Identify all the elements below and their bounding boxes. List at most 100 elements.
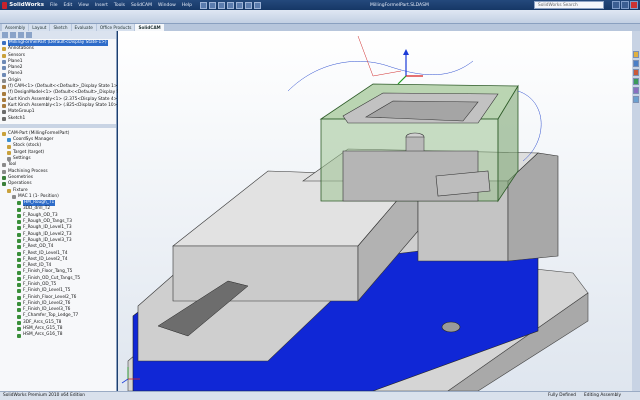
tree-node-icon — [17, 320, 21, 325]
status-definition: Fully Defined — [548, 393, 577, 398]
resources-icon[interactable] — [633, 51, 639, 58]
tree-node-label: HSM_Arcs_G16_T8 — [23, 332, 63, 338]
tree-node-icon — [17, 207, 21, 212]
panel-splitter[interactable] — [0, 123, 116, 128]
brand-name: SolidWorks — [9, 2, 44, 8]
tree-node-icon — [2, 60, 6, 65]
panel-tabs — [0, 31, 116, 39]
menu-window[interactable]: Window — [158, 3, 176, 8]
title-bar: SolidWorks File Edit View Insert Tools S… — [0, 0, 640, 10]
status-bar: SolidWorks Premium 2010 x64 Edition Full… — [0, 391, 640, 400]
print-icon[interactable] — [227, 1, 235, 9]
menu-file[interactable]: File — [50, 3, 58, 8]
close-icon[interactable] — [630, 1, 638, 9]
tab-sketch[interactable]: Sketch — [50, 24, 71, 31]
tree-node-icon — [17, 226, 21, 231]
tree-node-icon — [17, 333, 21, 338]
tree-node-icon — [2, 66, 6, 71]
tree-node[interactable]: HSM_Arcs_G16_T8 — [2, 332, 116, 338]
solidcam-manager-icon[interactable] — [26, 32, 32, 38]
tree-node-icon — [17, 251, 21, 256]
tree-node-icon — [17, 232, 21, 237]
tree-node-icon — [2, 72, 6, 77]
tree-node-icon — [7, 144, 11, 149]
solidworks-logo-icon — [2, 1, 8, 9]
tab-evaluate[interactable]: Evaluate — [71, 24, 96, 31]
tree-node-icon — [17, 308, 21, 313]
z-arrow-icon — [403, 49, 409, 55]
tree-node-icon — [7, 138, 11, 143]
tree-node-icon — [2, 176, 6, 181]
feature-tree-icon[interactable] — [2, 32, 8, 38]
y-axis — [397, 75, 407, 85]
tree-node-icon — [7, 188, 11, 193]
undo-icon[interactable] — [236, 1, 244, 9]
vise-handle-hole — [441, 321, 461, 333]
toolpath-arc — [517, 90, 542, 162]
model-view[interactable] — [118, 31, 632, 391]
tab-solidcam[interactable]: SolidCAM — [135, 24, 164, 31]
quick-access-toolbar — [200, 1, 262, 9]
document-title: MillingFormelPart.SLDASM — [370, 2, 429, 8]
tree-node-icon — [2, 41, 6, 46]
tab-layout[interactable]: Layout — [29, 24, 50, 31]
graphics-area[interactable] — [118, 31, 632, 391]
toolpath-curve-red — [357, 35, 402, 77]
menu-view[interactable]: View — [78, 3, 89, 8]
menu-bar: File Edit View Insert Tools SolidCAM Win… — [50, 3, 192, 8]
tree-node-icon — [17, 264, 21, 269]
file-explorer-icon[interactable] — [633, 69, 639, 76]
custom-properties-icon[interactable] — [633, 96, 639, 103]
rebuild-icon[interactable] — [245, 1, 253, 9]
view-palette-icon[interactable] — [633, 78, 639, 85]
tree-node-icon — [2, 104, 6, 109]
tree-node-icon — [17, 213, 21, 218]
menu-help[interactable]: Help — [182, 3, 192, 8]
app-logo[interactable]: SolidWorks — [0, 0, 44, 10]
feature-manager-panel: MillingFormelPart (Default<Display State… — [0, 31, 137, 391]
status-mode: Editing Assembly — [584, 393, 622, 398]
options-icon[interactable] — [254, 1, 262, 9]
menu-tools[interactable]: Tools — [114, 3, 125, 8]
command-manager — [0, 10, 640, 24]
tree-node-icon — [17, 302, 21, 307]
window-controls — [612, 1, 638, 9]
save-icon[interactable] — [218, 1, 226, 9]
tree-node-label: Sketch1 — [8, 115, 26, 121]
tree-node-icon — [17, 314, 21, 319]
tree-node-icon — [17, 276, 21, 281]
tab-assembly[interactable]: Assembly — [2, 24, 29, 31]
tab-office-products[interactable]: Office Products — [96, 24, 135, 31]
menu-insert[interactable]: Insert — [95, 3, 108, 8]
tree-node-icon — [2, 116, 6, 121]
open-icon[interactable] — [209, 1, 217, 9]
vise-jaw-block-front — [172, 245, 359, 302]
task-pane — [632, 31, 640, 391]
configuration-icon[interactable] — [18, 32, 24, 38]
view-triad-z — [121, 378, 129, 384]
menu-solidcam[interactable]: SolidCAM — [131, 3, 152, 8]
minimize-icon[interactable] — [612, 1, 620, 9]
property-manager-icon[interactable] — [10, 32, 16, 38]
menu-edit[interactable]: Edit — [64, 3, 73, 8]
tree-node-icon — [7, 150, 11, 155]
tree-node-icon — [2, 91, 6, 96]
search-input[interactable]: SolidWorks Search — [534, 1, 604, 9]
tree-node-icon — [2, 182, 6, 187]
tree-node-icon — [17, 245, 21, 250]
tree-node[interactable]: Sketch1 — [2, 116, 116, 122]
status-version: SolidWorks Premium 2010 x64 Edition — [3, 393, 85, 398]
tree-node-icon — [7, 157, 11, 162]
tree-node-icon — [17, 295, 21, 300]
tree-node-icon — [17, 327, 21, 332]
tree-node-icon — [17, 220, 21, 225]
tree-node-icon — [17, 201, 21, 206]
tree-node-icon — [17, 289, 21, 294]
tree-node-icon — [17, 270, 21, 275]
maximize-icon[interactable] — [621, 1, 629, 9]
tree-node-icon — [2, 53, 6, 58]
design-library-icon[interactable] — [633, 60, 639, 67]
tree-node-icon — [2, 97, 6, 102]
appearances-icon[interactable] — [633, 87, 639, 94]
new-icon[interactable] — [200, 1, 208, 9]
